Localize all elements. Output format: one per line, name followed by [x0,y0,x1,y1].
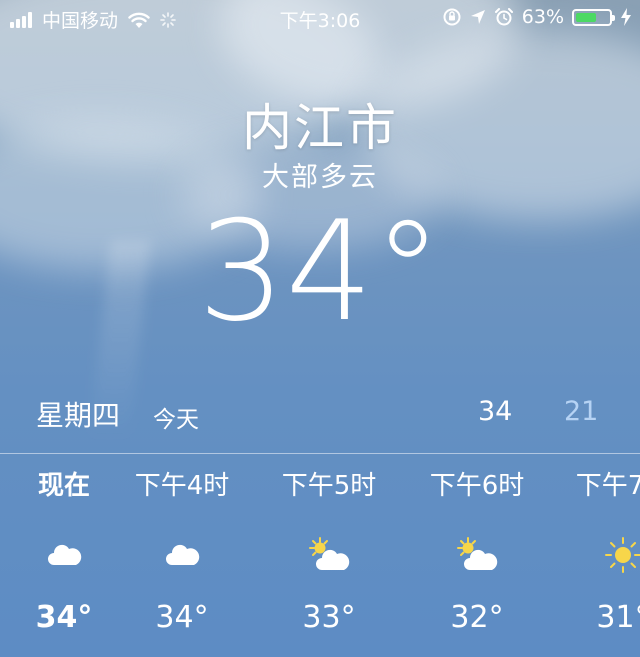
battery-percent: 63% [521,6,564,28]
cloudy-icon [48,544,82,565]
hour-temperature: 31° [596,600,640,635]
sunny-icon [605,537,640,573]
partly-sunny-icon [309,537,350,570]
partly-sunny-icon [457,537,498,570]
battery-icon [572,8,615,26]
city-name: 内江市 [242,99,398,157]
hourly-item: 下午5时 33° [254,462,404,635]
alarm-icon [494,8,513,26]
location-arrow-icon [470,10,485,24]
hour-temperature: 33° [302,600,356,635]
hourly-item: 下午4时 34° [107,462,257,635]
battery-level-fill [576,12,596,22]
high-temperature: 34 [478,396,513,427]
weather-condition: 大部多云 [262,162,378,193]
hourly-item: 下午6时 32° [402,462,552,635]
hour-label: 下午4时 [134,471,230,501]
hour-label: 下午7时 [575,471,640,501]
hourly-item: 下午7时 31° [548,462,640,635]
charging-bolt-icon [621,8,631,26]
hour-temperature: 34° [155,600,209,635]
orientation-lock-icon [443,8,461,26]
hour-temperature: 32° [450,600,504,635]
today-label: 今天 [153,407,199,433]
status-bar: 中国移动 下午3:06 63% [0,0,640,36]
today-row: 星期四 今天 34 21 [0,388,640,438]
divider [0,453,640,454]
low-temperature: 21 [564,396,599,427]
hour-label: 下午5时 [281,471,377,501]
weekday-label: 星期四 [36,399,121,432]
cloudy-icon [166,544,200,565]
hourly-forecast[interactable]: 现在 34° 下午4时 34° 下午5时 33° 下午6时 32° 下午7 31 [0,462,640,657]
hour-label: 下午6时 [429,471,525,501]
current-temperature: 34° [197,191,443,352]
